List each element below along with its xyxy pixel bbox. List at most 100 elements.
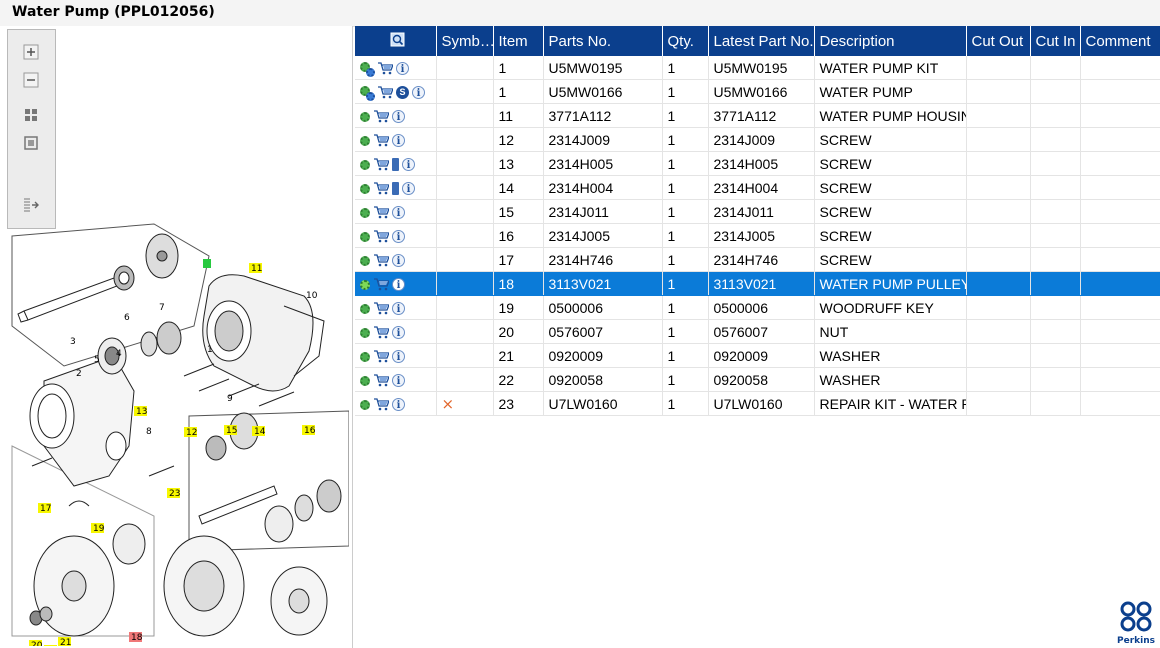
row-tools[interactable]: i <box>355 103 437 128</box>
column-header-qty[interactable]: Qty. <box>662 26 709 56</box>
cart-icon[interactable] <box>373 206 389 219</box>
cart-icon[interactable] <box>373 398 389 411</box>
fit-grid-icon[interactable] <box>22 106 39 123</box>
gear-icon[interactable] <box>360 327 370 338</box>
table-row[interactable]: i × 23 U7LW0160 1 U7LW0160 REPAIR KIT - WATER … <box>355 391 1160 416</box>
s-badge-icon[interactable]: S <box>396 86 409 100</box>
fit-page-icon[interactable] <box>22 134 39 151</box>
info-icon[interactable]: i <box>402 158 415 172</box>
cart-icon[interactable] <box>373 110 389 123</box>
cart-icon[interactable] <box>373 350 389 363</box>
book-icon[interactable] <box>392 182 399 196</box>
table-row[interactable]: i 17 2314H746 1 2314H746 SCREW <box>355 247 1160 272</box>
info-icon[interactable]: i <box>392 230 405 244</box>
multi-gear-icon[interactable] <box>360 61 375 77</box>
column-header-symbol[interactable]: Symb… <box>436 26 494 56</box>
export-icon[interactable] <box>22 196 39 213</box>
column-header-description[interactable]: Description <box>814 26 967 56</box>
table-row[interactable]: Si 1 U5MW0166 1 U5MW0166 WATER PUMP <box>355 79 1160 104</box>
column-header-cut-in[interactable]: Cut In <box>1030 26 1081 56</box>
table-row[interactable]: i 1 U5MW0195 1 U5MW0195 WATER PUMP KIT <box>355 56 1160 80</box>
cell-comment <box>1080 271 1160 296</box>
info-icon[interactable]: i <box>392 278 405 292</box>
zoom-in-icon[interactable] <box>22 43 39 60</box>
table-row[interactable]: i 22 0920058 1 0920058 WASHER <box>355 367 1160 392</box>
info-icon[interactable]: i <box>392 326 405 340</box>
table-row[interactable]: i 14 2314H004 1 2314H004 SCREW <box>355 175 1160 200</box>
cart-icon[interactable] <box>377 62 393 75</box>
table-row[interactable]: i 19 0500006 1 0500006 WOODRUFF KEY <box>355 295 1160 320</box>
table-row[interactable]: i 11 3771A112 1 3771A112 WATER PUMP HOUSIN <box>355 103 1160 128</box>
info-icon[interactable]: i <box>392 110 405 124</box>
column-header-tools[interactable] <box>355 26 437 56</box>
row-tools[interactable]: Si <box>355 79 437 104</box>
gear-icon[interactable] <box>360 135 370 146</box>
cell-description: SCREW <box>814 127 967 152</box>
gear-icon[interactable] <box>360 375 370 386</box>
table-row[interactable]: i 12 2314J009 1 2314J009 SCREW <box>355 127 1160 152</box>
cart-icon[interactable] <box>377 86 393 99</box>
info-icon[interactable]: i <box>392 398 405 412</box>
info-icon[interactable]: i <box>396 62 409 76</box>
cart-icon[interactable] <box>373 182 389 195</box>
multi-gear-icon[interactable] <box>360 85 375 101</box>
search-icon[interactable] <box>390 32 406 47</box>
table-row[interactable]: i 20 0576007 1 0576007 NUT <box>355 319 1160 344</box>
exploded-diagram[interactable]: 3 2 5 4 6 7 8 9 10 1 11 12 13 14 15 16 1… <box>4 216 349 646</box>
table-row[interactable]: i 18 3113V021 1 3113V021 WATER PUMP PULLEY <box>355 271 1160 296</box>
zoom-out-icon[interactable] <box>22 71 39 88</box>
column-header-cut-out[interactable]: Cut Out <box>966 26 1031 56</box>
cart-icon[interactable] <box>373 134 389 147</box>
column-header-parts-no[interactable]: Parts No. <box>543 26 663 56</box>
gear-icon[interactable] <box>360 279 370 290</box>
cart-icon[interactable] <box>373 374 389 387</box>
row-tools[interactable]: i <box>355 199 437 224</box>
table-row[interactable]: i 13 2314H005 1 2314H005 SCREW <box>355 151 1160 176</box>
diagram-pane[interactable]: 3 2 5 4 6 7 8 9 10 1 11 12 13 14 15 16 1… <box>0 26 353 648</box>
cart-icon[interactable] <box>373 254 389 267</box>
cell-qty: 1 <box>662 319 709 344</box>
row-tools[interactable]: i <box>355 295 437 320</box>
row-tools[interactable]: i <box>355 223 437 248</box>
row-tools[interactable]: i <box>355 127 437 152</box>
gear-icon[interactable] <box>360 351 370 362</box>
gear-icon[interactable] <box>360 255 370 266</box>
gear-icon[interactable] <box>360 399 370 410</box>
column-header-comment[interactable]: Comment <box>1080 26 1160 56</box>
info-icon[interactable]: i <box>392 254 405 268</box>
row-tools[interactable]: i <box>355 271 437 296</box>
cart-icon[interactable] <box>373 302 389 315</box>
column-header-latest-part-no[interactable]: Latest Part No. <box>708 26 815 56</box>
table-row[interactable]: i 16 2314J005 1 2314J005 SCREW <box>355 223 1160 248</box>
row-tools[interactable]: i <box>355 367 437 392</box>
row-tools[interactable]: i <box>355 175 437 200</box>
book-icon[interactable] <box>392 158 399 172</box>
table-row[interactable]: i 15 2314J011 1 2314J011 SCREW <box>355 199 1160 224</box>
info-icon[interactable]: i <box>412 86 425 100</box>
gear-icon[interactable] <box>360 207 370 218</box>
cell-cut-in <box>1030 295 1081 320</box>
row-tools[interactable]: i <box>355 151 437 176</box>
info-icon[interactable]: i <box>402 182 415 196</box>
info-icon[interactable]: i <box>392 302 405 316</box>
gear-icon[interactable] <box>360 159 370 170</box>
info-icon[interactable]: i <box>392 206 405 220</box>
cart-icon[interactable] <box>373 230 389 243</box>
column-header-item[interactable]: Item <box>493 26 544 56</box>
cart-icon[interactable] <box>373 158 389 171</box>
gear-icon[interactable] <box>360 231 370 242</box>
cart-icon[interactable] <box>373 278 389 291</box>
cart-icon[interactable] <box>373 326 389 339</box>
row-tools[interactable]: i <box>355 391 437 416</box>
gear-icon[interactable] <box>360 183 370 194</box>
row-tools[interactable]: i <box>355 247 437 272</box>
info-icon[interactable]: i <box>392 374 405 388</box>
info-icon[interactable]: i <box>392 350 405 364</box>
row-tools[interactable]: i <box>355 319 437 344</box>
gear-icon[interactable] <box>360 303 370 314</box>
gear-icon[interactable] <box>360 111 370 122</box>
row-tools[interactable]: i <box>355 56 437 80</box>
info-icon[interactable]: i <box>392 134 405 148</box>
row-tools[interactable]: i <box>355 343 437 368</box>
table-row[interactable]: i 21 0920009 1 0920009 WASHER <box>355 343 1160 368</box>
